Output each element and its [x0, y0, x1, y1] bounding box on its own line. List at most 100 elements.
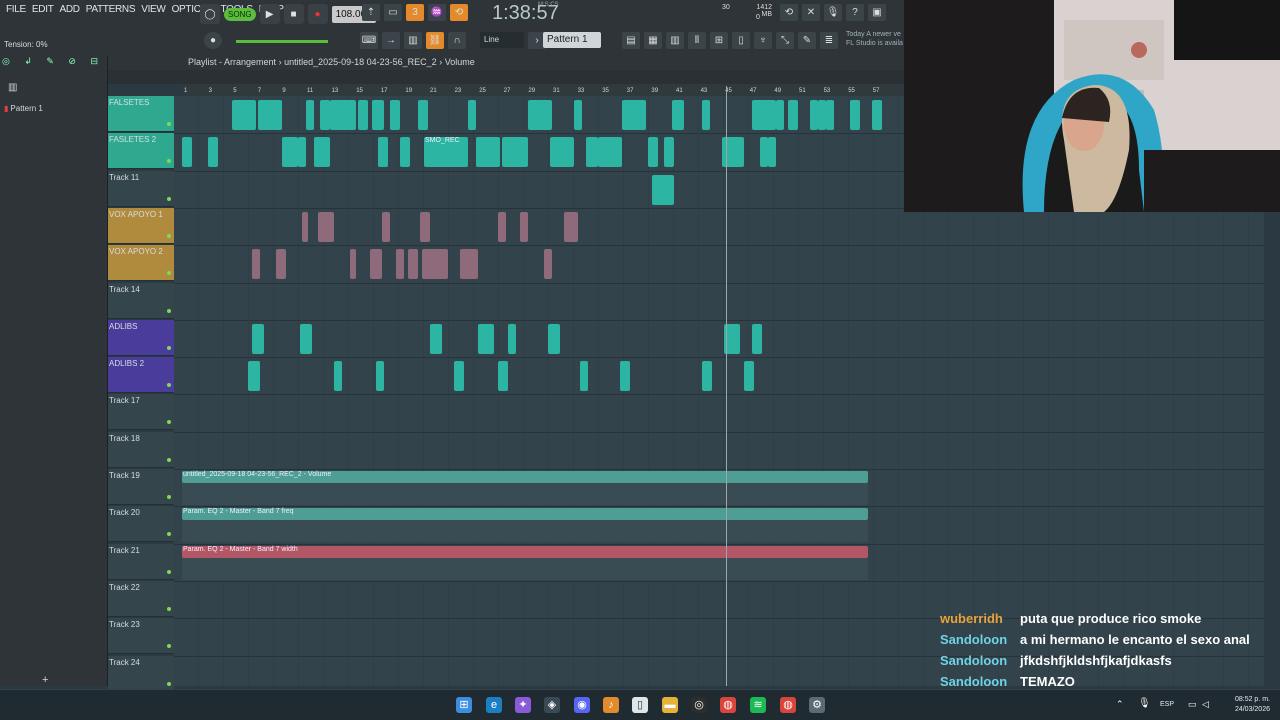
audio-clip[interactable] — [528, 100, 552, 130]
audio-clip[interactable] — [478, 323, 494, 354]
track-header[interactable]: FASLETES 2 — [108, 133, 174, 170]
audio-clip[interactable] — [872, 100, 882, 130]
audio-clip[interactable] — [258, 100, 282, 130]
audio-clip[interactable] — [548, 323, 560, 354]
arrow-icon[interactable]: → — [382, 32, 400, 49]
audio-clip[interactable] — [350, 249, 356, 280]
track-active-led[interactable] — [167, 495, 171, 499]
audio-clip[interactable] — [300, 323, 312, 354]
file-icon[interactable]: ▯ — [632, 697, 648, 713]
audio-clip[interactable] — [252, 249, 260, 280]
discord-icon[interactable]: ◉ — [574, 697, 590, 713]
audio-clip[interactable] — [768, 137, 776, 168]
audio-clip[interactable] — [460, 249, 478, 280]
audio-clip[interactable] — [850, 100, 860, 130]
audio-clip[interactable] — [282, 137, 298, 168]
track-header[interactable]: Track 14 — [108, 282, 174, 319]
audio-clip[interactable] — [418, 100, 428, 130]
audio-clip[interactable] — [382, 211, 390, 242]
folder-icon[interactable]: ▬ — [662, 697, 678, 713]
audio-clip[interactable] — [408, 249, 418, 280]
audio-clip[interactable] — [652, 174, 674, 205]
audio-clip[interactable] — [420, 211, 430, 242]
audio-clip[interactable] — [370, 249, 382, 280]
tray-chevron-icon[interactable]: ⌃ — [1116, 699, 1124, 710]
audio-clip[interactable] — [400, 137, 410, 168]
help-icon[interactable]: ? — [846, 4, 864, 21]
audio-clip[interactable] — [810, 100, 818, 130]
audio-clip[interactable] — [550, 137, 574, 168]
audio-clip[interactable] — [306, 100, 314, 130]
audio-clip[interactable] — [298, 137, 306, 168]
audio-clip[interactable] — [702, 361, 712, 392]
audio-clip[interactable] — [760, 137, 768, 168]
audio-clip[interactable] — [498, 361, 508, 392]
audio-clip[interactable] — [752, 323, 762, 354]
track-active-led[interactable] — [167, 383, 171, 388]
audio-clip[interactable] — [372, 100, 384, 130]
audio-clip[interactable] — [508, 323, 516, 354]
track-active-led[interactable] — [167, 308, 171, 313]
audio-clip[interactable] — [232, 100, 256, 130]
automation-clip[interactable]: Param. EQ 2 - Master - Band 7 width — [182, 545, 868, 558]
audio-clip[interactable] — [302, 211, 308, 242]
track-header[interactable]: FALSETES — [108, 96, 174, 132]
spotify-icon[interactable]: ≋ — [750, 697, 766, 713]
wait-icon[interactable]: ⇡ — [362, 4, 380, 21]
link-icon[interactable]: ⛓ — [426, 32, 444, 49]
audio-clip[interactable] — [672, 100, 684, 130]
audio-clip[interactable] — [826, 100, 834, 130]
plugin-db-icon[interactable]: ♆ — [754, 32, 772, 49]
audio-clip[interactable] — [580, 361, 588, 392]
snap-magnet-icon[interactable]: ∩ — [448, 32, 466, 49]
track-header[interactable]: Track 18 — [108, 431, 174, 468]
audio-clip[interactable] — [390, 100, 400, 130]
audio-clip[interactable] — [318, 211, 334, 242]
menu-file[interactable]: FILE — [6, 4, 26, 24]
menu-add[interactable]: ADD — [60, 4, 81, 24]
track-header[interactable]: Track 21 — [108, 543, 174, 580]
audio-clip[interactable] — [622, 100, 646, 130]
track-active-led[interactable] — [167, 644, 171, 649]
master-volume-slider[interactable] — [236, 40, 328, 43]
audio-clip[interactable] — [378, 137, 388, 168]
track-header[interactable]: Track 20 — [108, 506, 174, 543]
audio-clip[interactable] — [208, 137, 218, 168]
touch-icon[interactable]: ⤡ — [776, 32, 794, 49]
mixer-icon[interactable]: ✕ — [802, 4, 820, 21]
save-icon[interactable]: ▣ — [868, 4, 886, 21]
audio-clip[interactable] — [502, 137, 528, 168]
track-header[interactable]: Track 19 — [108, 469, 174, 505]
loop-record-icon[interactable]: ⟲ — [450, 4, 468, 21]
stop-icon[interactable]: ■ — [283, 4, 304, 24]
channel-rack-icon[interactable]: ▦ — [644, 32, 662, 49]
copilot-icon[interactable]: ✦ — [515, 697, 531, 713]
track-header[interactable]: Track 11 — [108, 170, 174, 207]
menu-patterns[interactable]: PATTERNS — [86, 4, 136, 24]
browser-pattern-item[interactable]: ▮ Pattern 1 — [4, 104, 43, 113]
song-mode-toggle[interactable]: SONG — [224, 7, 256, 21]
track-header[interactable]: ADLIBS — [108, 319, 174, 356]
track-header[interactable]: VOX APOYO 1 — [108, 207, 174, 244]
keyboard-icon[interactable]: ⌨ — [360, 32, 378, 49]
audio-clip[interactable] — [454, 361, 464, 392]
track-active-led[interactable] — [167, 569, 171, 574]
track-header[interactable]: ADLIBS 2 — [108, 357, 174, 394]
audio-clip[interactable] — [598, 137, 622, 168]
menu-view[interactable]: VIEW — [141, 4, 166, 24]
audio-clip[interactable] — [468, 100, 476, 130]
audio-clip[interactable] — [620, 361, 630, 392]
obs-icon[interactable]: ◎ — [691, 697, 707, 713]
settings-icon[interactable]: ⚙ — [809, 697, 825, 713]
tools-icon[interactable]: ✎ — [798, 32, 816, 49]
snap-select[interactable]: Line — [480, 32, 524, 48]
track-header[interactable]: Track 23 — [108, 618, 174, 655]
step-edit-icon[interactable]: 3 — [406, 4, 424, 21]
browser-icon[interactable]: ⊞ — [710, 32, 728, 49]
audio-clip[interactable] — [396, 249, 404, 280]
playhead[interactable] — [726, 86, 727, 686]
audio-clip[interactable]: SMO_REC — [424, 137, 468, 168]
play-icon[interactable]: ▶ — [259, 4, 280, 24]
track-header[interactable]: VOX APOYO 2 — [108, 245, 174, 282]
channel-settings-icon[interactable]: ⫴ — [688, 32, 706, 49]
